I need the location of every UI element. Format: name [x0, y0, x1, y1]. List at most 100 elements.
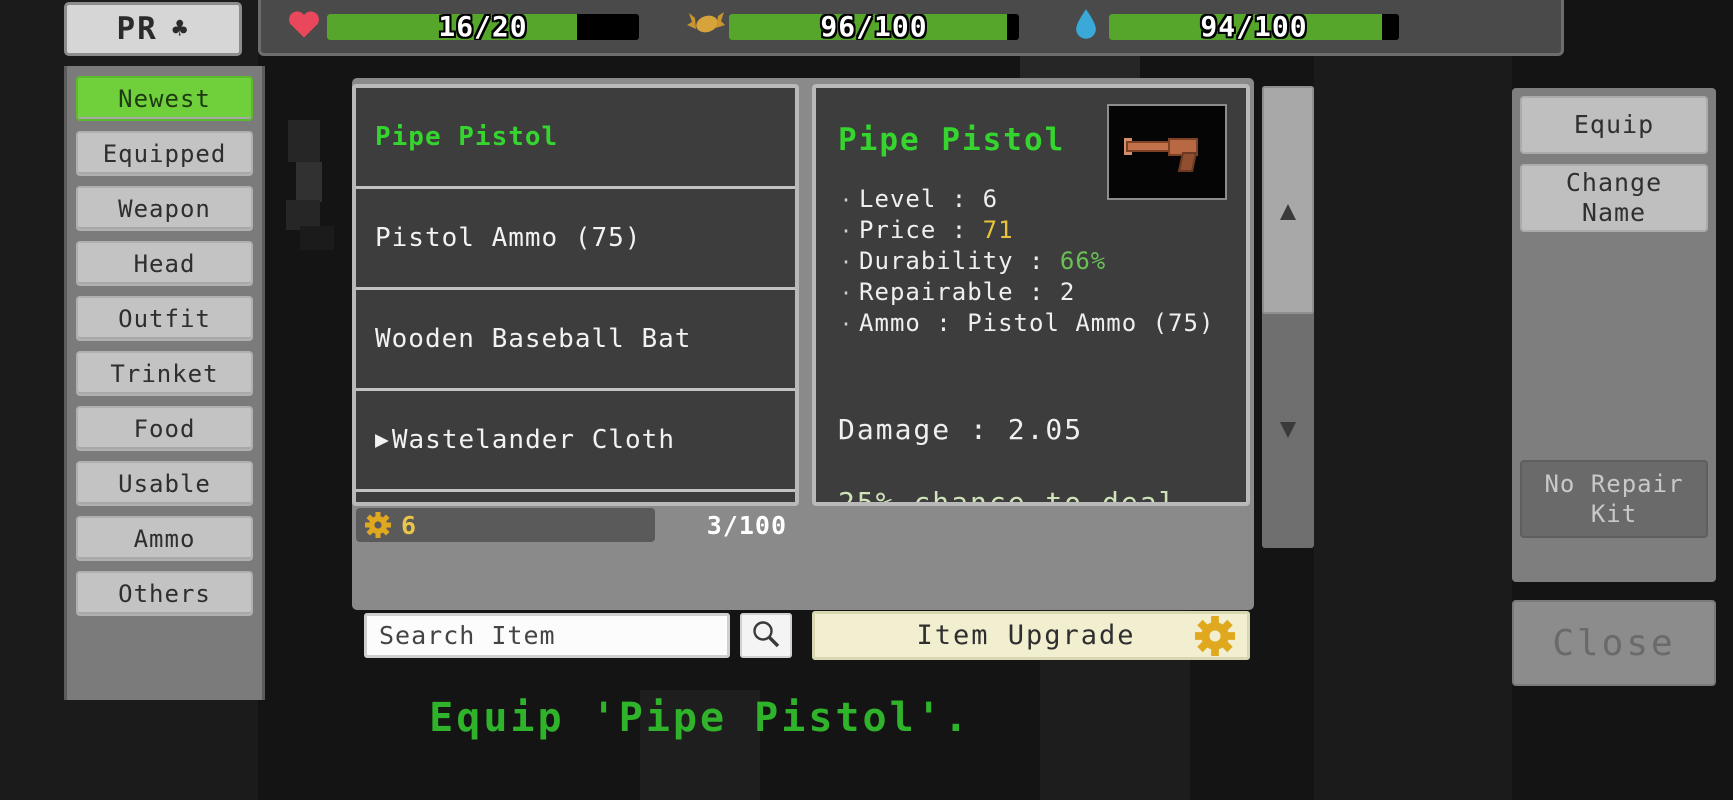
health-bar: 16/20	[327, 13, 639, 40]
bullet-icon: ·	[840, 312, 854, 336]
health-stat: 16/20	[281, 9, 639, 45]
detail-stat-key: Price :	[859, 216, 983, 244]
bg-rubble-1	[288, 120, 320, 162]
sidebar-item-outfit[interactable]: Outfit	[76, 296, 253, 341]
detail-stat-ammo: · Ammo : Pistol Ammo (75)	[840, 308, 1214, 339]
list-item[interactable]: ▶ Wastelander Cloth	[356, 391, 795, 492]
bullet-icon: ·	[840, 219, 854, 243]
detail-bonus-text: 25% chance to deal	[838, 486, 1178, 506]
detail-stat-key: Durability :	[859, 247, 1060, 275]
detail-damage: Damage : 2.05	[838, 413, 1084, 446]
detail-stat-price: · Price : 71	[840, 215, 1214, 246]
sidebar-item-label: Others	[118, 579, 211, 608]
profile-badge-label: PR	[116, 11, 158, 47]
sidebar-item-label: Outfit	[118, 304, 211, 333]
water-bar-text: 94/100	[1200, 13, 1308, 40]
search-button[interactable]	[740, 613, 792, 658]
sidebar-item-food[interactable]: Food	[76, 406, 253, 451]
bullet-icon: ·	[840, 281, 854, 305]
item-detail-panel: Pipe Pistol · Level : 6 · Price : 71 · Durabi…	[812, 84, 1250, 506]
sidebar-item-label: Equipped	[102, 139, 227, 168]
health-bar-text: 16/20	[438, 13, 528, 40]
bullet-icon: ·	[840, 250, 854, 274]
gun-sprite-shape	[1124, 132, 1210, 172]
detail-stat-value: Pistol Ammo (75)	[967, 309, 1215, 337]
gear-icon	[365, 512, 391, 538]
bg-rubble-2	[296, 162, 322, 202]
detail-stat-durability: · Durability : 66%	[840, 246, 1214, 277]
list-item[interactable]: Pistol Ammo (75)	[356, 189, 795, 290]
change-name-button[interactable]: Change Name	[1520, 164, 1708, 232]
bg-right	[1314, 56, 1512, 800]
triangle-up-icon[interactable]: ▲	[1262, 190, 1314, 230]
list-item-label: Pipe Pistol	[375, 122, 559, 152]
list-scrollbar[interactable]: ▲ ▼	[1262, 86, 1314, 548]
sidebar-item-equipped[interactable]: Equipped	[76, 131, 253, 176]
sidebar-item-head[interactable]: Head	[76, 241, 253, 286]
sidebar-item-label: Food	[133, 414, 196, 443]
inventory-screen: PR ♣ 16/20 96/100 94/100 Newest Equipped…	[0, 0, 1733, 800]
sidebar-item-newest[interactable]: Newest	[76, 76, 253, 121]
detail-stat-value: 6	[982, 185, 999, 213]
close-button[interactable]: Close	[1512, 600, 1716, 686]
sidebar-item-usable[interactable]: Usable	[76, 461, 253, 506]
water-drop-icon	[1063, 8, 1109, 46]
sidebar-item-label: Ammo	[133, 524, 196, 553]
detail-stat-key: Repairable :	[859, 278, 1060, 306]
sidebar-item-weapon[interactable]: Weapon	[76, 186, 253, 231]
detail-stat-repairable: · Repairable : 2	[840, 277, 1214, 308]
detail-stat-value: 71	[982, 216, 1014, 244]
sidebar-item-others[interactable]: Others	[76, 571, 253, 616]
sidebar-item-label: Weapon	[118, 194, 211, 223]
equipped-marker-icon: ▶	[375, 427, 390, 453]
sidebar-item-label: Trinket	[110, 359, 219, 388]
action-button-column: Equip Change Name No Repair Kit	[1512, 88, 1716, 582]
list-item-label: Pistol Ammo (75)	[375, 223, 642, 253]
item-list[interactable]: Pipe Pistol Pistol Ammo (75) Wooden Baseba…	[352, 84, 799, 506]
detail-stat-level: · Level : 6	[840, 184, 1214, 215]
slot-counter: 3/100	[706, 510, 787, 540]
list-item-label: Wooden Baseball Bat	[375, 324, 692, 354]
list-item[interactable]: Pipe Pistol	[356, 88, 795, 189]
no-repair-kit-label: No Repair Kit	[1544, 470, 1684, 528]
detail-item-name: Pipe Pistol	[838, 122, 1066, 158]
sidebar-item-label: Usable	[118, 469, 211, 498]
food-stat: 96/100	[683, 10, 1019, 44]
equip-button[interactable]: Equip	[1520, 96, 1708, 154]
capacity-bar-fill: 6	[356, 508, 656, 542]
heart-icon	[281, 9, 327, 45]
magnifier-icon	[751, 619, 781, 653]
bg-rubble-4	[300, 226, 334, 250]
status-hud: 16/20 96/100 94/100	[258, 0, 1564, 56]
bullet-icon: ·	[840, 188, 854, 212]
search-input[interactable]: Search Item	[364, 613, 730, 658]
item-upgrade-button[interactable]: Item Upgrade	[812, 611, 1250, 660]
sidebar-item-label: Newest	[118, 84, 211, 113]
status-message: Equip 'Pipe Pistol'.	[429, 695, 971, 741]
detail-stat-key: Ammo :	[859, 309, 968, 337]
detail-stat-key: Level :	[859, 185, 983, 213]
gear-icon	[1195, 615, 1235, 656]
detail-stat-list: · Level : 6 · Price : 71 · Durability : 66% · R…	[840, 184, 1214, 339]
sidebar-item-trinket[interactable]: Trinket	[76, 351, 253, 396]
detail-stat-value: 66%	[1059, 247, 1107, 275]
profile-badge[interactable]: PR ♣	[64, 2, 242, 56]
change-name-label: Change Name	[1565, 168, 1663, 227]
food-bar-text: 96/100	[820, 13, 928, 40]
sidebar-item-ammo[interactable]: Ammo	[76, 516, 253, 561]
water-stat: 94/100	[1063, 8, 1399, 46]
detail-stat-value: 2	[1059, 278, 1076, 306]
food-bar: 96/100	[729, 13, 1019, 40]
list-item[interactable]: Wooden Baseball Bat	[356, 290, 795, 391]
category-sidebar: Newest Equipped Weapon Head Outfit Trinket Foo…	[64, 66, 265, 700]
no-repair-kit-button: No Repair Kit	[1520, 460, 1708, 538]
sidebar-item-label: Head	[133, 249, 196, 278]
list-item-label: Wastelander Cloth	[391, 425, 675, 455]
food-icon	[683, 10, 729, 44]
water-bar: 94/100	[1109, 13, 1399, 40]
gear-count: 6	[401, 510, 417, 540]
triangle-down-icon[interactable]: ▼	[1262, 408, 1314, 448]
item-upgrade-label: Item Upgrade	[916, 620, 1136, 651]
club-suit-icon: ♣	[171, 14, 190, 44]
search-input-text: Search Item	[379, 621, 556, 650]
